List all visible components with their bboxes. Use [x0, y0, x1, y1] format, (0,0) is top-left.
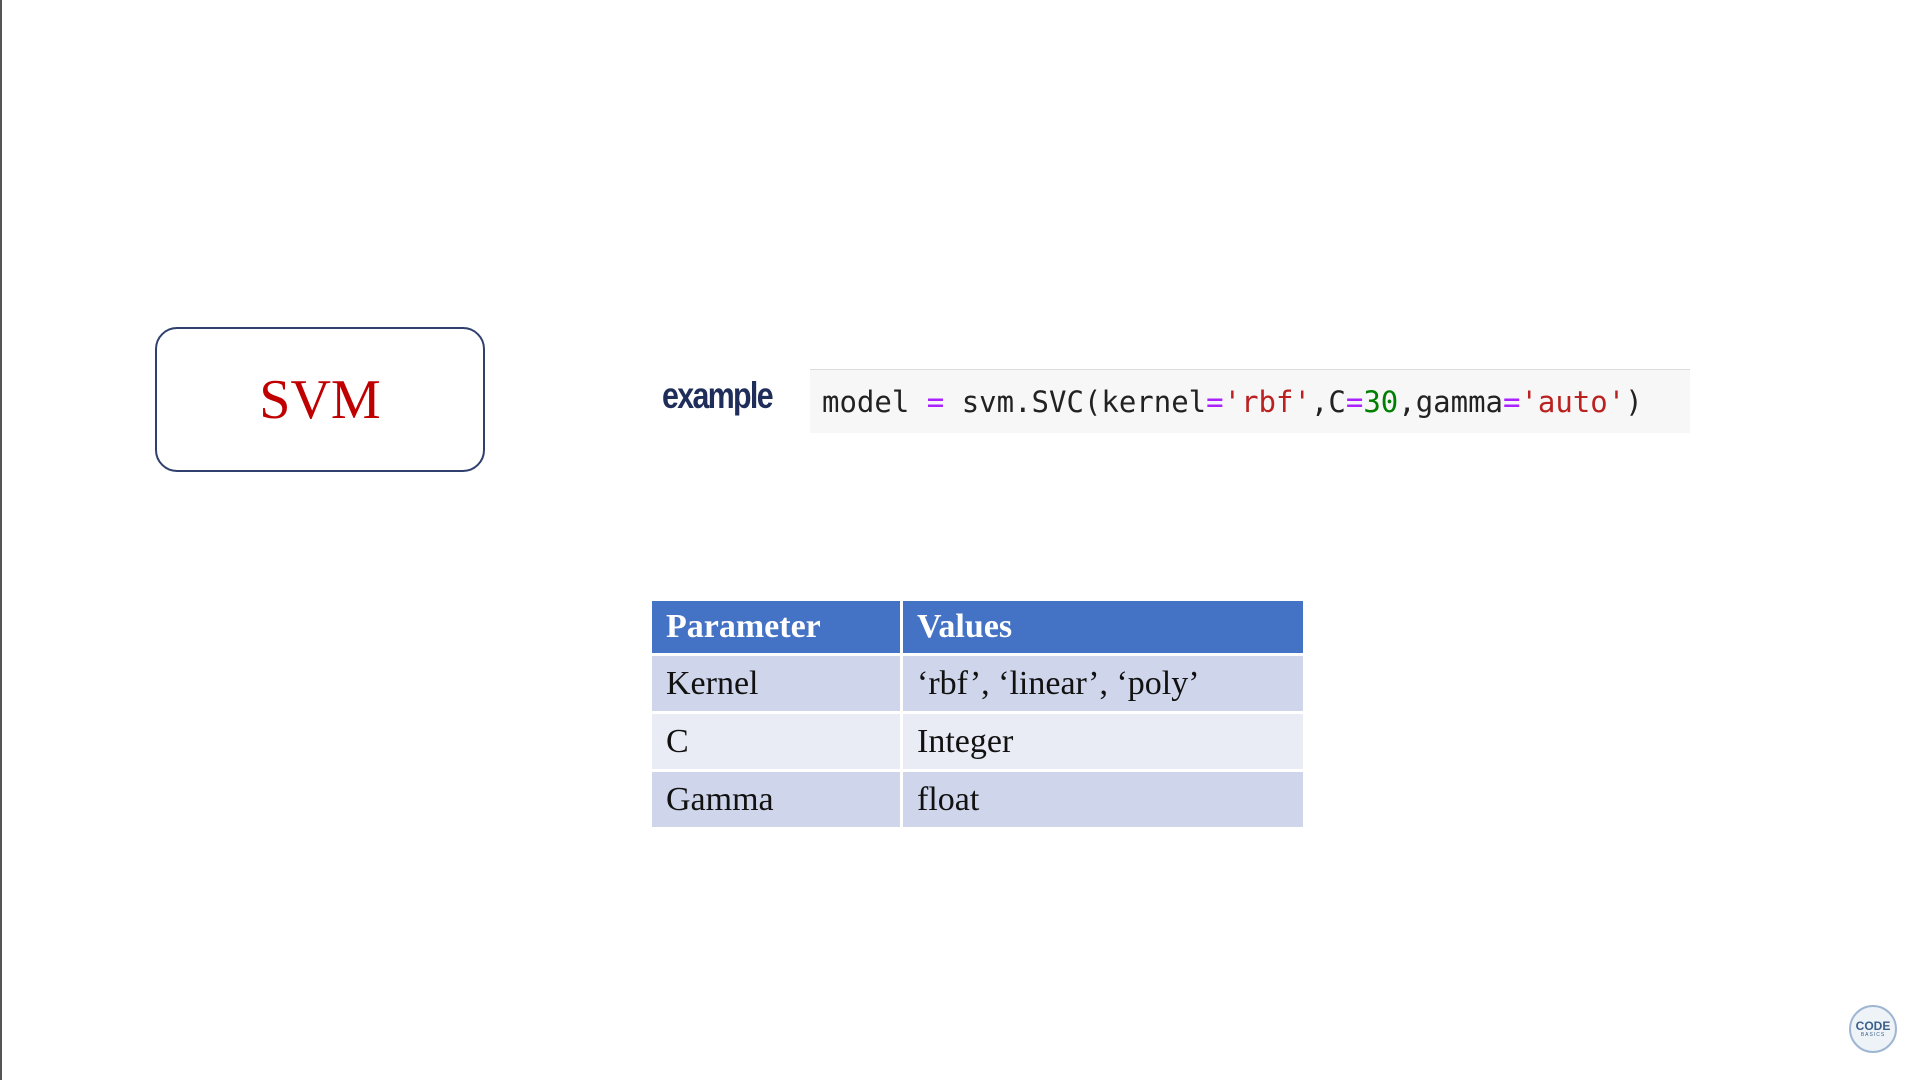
- code-c-value: 30: [1363, 384, 1399, 419]
- code-gamma-value: 'auto': [1520, 384, 1626, 419]
- param-name: Gamma: [652, 772, 903, 830]
- code-call: svm.SVC(kernel: [944, 384, 1207, 419]
- code-snippet: model = svm.SVC(kernel ='rbf' ,C = 30 ,gamma =…: [810, 369, 1690, 433]
- header-values: Values: [903, 601, 1303, 656]
- code-sep-gamma: ,gamma: [1398, 384, 1503, 419]
- table-row: Kernel ‘rbf’, ‘linear’, ‘poly’: [652, 656, 1303, 714]
- code-eq-c: =: [1345, 384, 1364, 419]
- param-name: Kernel: [652, 656, 903, 714]
- parameter-table: Parameter Values Kernel ‘rbf’, ‘linear’,…: [652, 601, 1303, 830]
- param-name: C: [652, 714, 903, 772]
- model-name: SVM: [259, 368, 381, 431]
- param-values: float: [903, 772, 1303, 830]
- param-values: ‘rbf’, ‘linear’, ‘poly’: [903, 656, 1303, 714]
- slide-left-edge: [0, 0, 2, 1080]
- logo-subtext: BASICS: [1860, 1031, 1886, 1038]
- codebasics-logo: CODE BASICS: [1849, 1005, 1897, 1053]
- table-row: C Integer: [652, 714, 1303, 772]
- param-values: Integer: [903, 714, 1303, 772]
- code-kernel-value: 'rbf': [1223, 384, 1311, 419]
- table-header-row: Parameter Values: [652, 601, 1303, 656]
- example-label: example: [662, 375, 774, 416]
- table-row: Gamma float: [652, 772, 1303, 830]
- header-parameter: Parameter: [652, 601, 903, 656]
- code-eq-gamma: =: [1503, 384, 1521, 419]
- code-eq-kernel: =: [1206, 384, 1224, 419]
- code-assign-op: =: [926, 384, 945, 419]
- model-box: SVM: [155, 327, 485, 472]
- code-sep-c: ,C: [1310, 384, 1346, 419]
- code-var: model: [822, 384, 927, 419]
- code-close: ): [1625, 384, 1643, 419]
- logo-text: CODE: [1855, 1018, 1891, 1033]
